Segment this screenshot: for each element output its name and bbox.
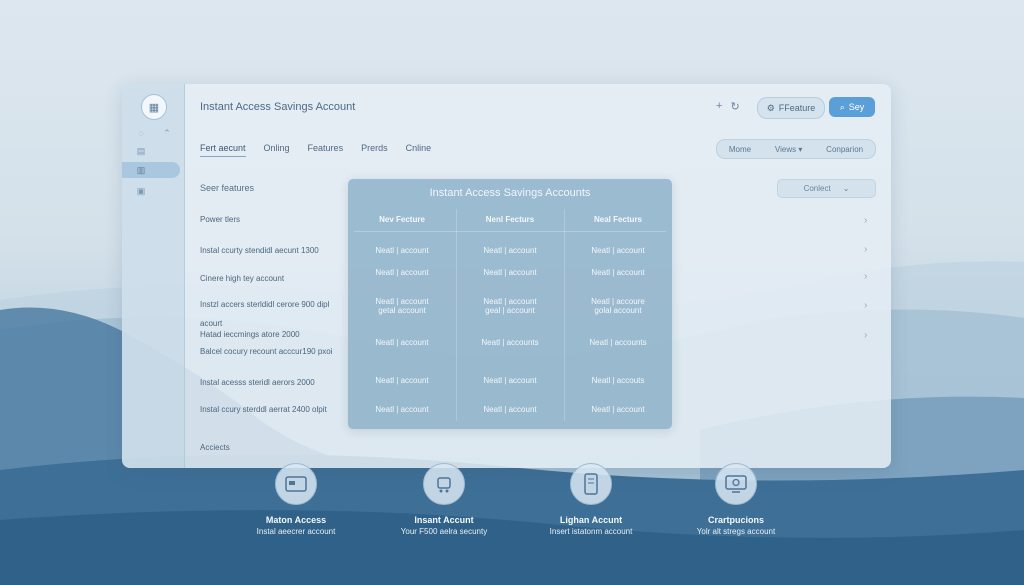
list-item[interactable]: Instal ccurty stendidl aecunt 1300 xyxy=(200,246,350,256)
table-cell: Neatl | account xyxy=(483,405,537,414)
table-cell: Neatl | account geal | account xyxy=(483,297,537,315)
card-icon xyxy=(275,463,317,505)
feature-card[interactable]: Insant Accunt Your F500 aelra secunty xyxy=(374,463,514,536)
table-cell: Neatl | account xyxy=(591,246,645,255)
table-cell: Neatl | account xyxy=(483,246,537,255)
tab-cnline[interactable]: Cnline xyxy=(406,143,432,157)
table-cell: Neatl | account xyxy=(375,246,429,255)
table-cell: Neatl | accounts xyxy=(481,338,539,347)
say-button[interactable]: ⌕ Sey xyxy=(829,97,875,117)
table-cell: Neatl | account xyxy=(591,268,645,277)
feature-desc: Insert istatonm account xyxy=(549,527,633,536)
feature-title: Lighan Accunt xyxy=(559,515,623,525)
list-item[interactable]: Instzl accers sterldidl cerore 900 dipl xyxy=(200,300,350,310)
list-item[interactable]: Hatad ieccmings atore 2000 xyxy=(200,330,350,340)
header-divider xyxy=(354,231,666,232)
monitor-icon xyxy=(715,463,757,505)
list-item[interactable]: Power tlers xyxy=(200,215,350,225)
add-icon[interactable]: + xyxy=(716,100,722,113)
calendar-icon[interactable]: ▥ xyxy=(136,165,146,175)
gear-icon: ⚙ xyxy=(766,102,775,113)
table-cell: Neatl | account xyxy=(375,376,429,385)
app-logo-icon[interactable]: ▦ xyxy=(141,94,167,120)
feature-card[interactable]: Maton Access Instal aeecrer account xyxy=(226,463,366,536)
feature-desc: Your F500 aelra secunty xyxy=(400,527,488,536)
table-cell: Neatl | account getal account xyxy=(375,297,429,315)
table-cell: Neatl | accounts xyxy=(589,338,647,347)
table-cell: Neatl | account xyxy=(591,405,645,414)
segment-views[interactable]: Views ▾ xyxy=(775,145,802,154)
feature-title: Crartpucions xyxy=(707,515,764,525)
refresh-icon[interactable]: ↻ xyxy=(730,100,739,113)
contact-select[interactable]: Conlect ⌄ xyxy=(777,179,876,198)
feature-card[interactable]: Crartpucions Yolr alt stregs account xyxy=(666,463,806,536)
feature-card[interactable]: Lighan Accunt Insert istatonm account xyxy=(521,463,661,536)
feature-button[interactable]: ⚙ FFeature xyxy=(757,97,825,119)
view-segmented-control: Mome Views ▾ Conparion xyxy=(716,139,876,159)
feature-title: Insant Accunt xyxy=(414,515,474,525)
list-item[interactable]: Acciects xyxy=(200,443,350,453)
list-heading: Seer features xyxy=(200,183,255,193)
chevron-right-icon[interactable]: › xyxy=(864,215,867,226)
table-cell: Neatl | accoure golal account xyxy=(591,297,645,315)
chevron-right-icon[interactable]: › xyxy=(864,330,867,341)
cart-icon xyxy=(423,463,465,505)
column-header: Neal Fecturs xyxy=(593,215,643,224)
doc-icon[interactable]: ▤ xyxy=(136,146,146,156)
table-title: Instant Access Savings Accounts xyxy=(429,187,591,199)
column-divider xyxy=(456,209,457,421)
search-icon: ⌕ xyxy=(839,101,845,112)
list-item[interactable]: acourt xyxy=(200,319,350,329)
feature-title: Maton Access xyxy=(265,515,327,525)
column-header: Nenl Fecturs xyxy=(485,215,535,224)
segment-comparison[interactable]: Conparion xyxy=(826,145,863,154)
list-item[interactable]: Cinere high tey account xyxy=(200,274,350,284)
list-item[interactable]: Balcel cocury recount acccur190 pxoi xyxy=(200,347,350,357)
column-divider xyxy=(564,209,565,421)
side-rail: ▦ ◌ ⌃ ▤ ▥ ▣ xyxy=(122,84,185,468)
table-cell: Neatl | accouts xyxy=(591,376,645,385)
chevron-down-icon: ⌄ xyxy=(842,184,850,193)
chevron-right-icon[interactable]: › xyxy=(864,244,867,255)
chevron-right-icon[interactable]: › xyxy=(864,300,867,311)
feature-comparison-table: Instant Access Savings Accounts Nev Fect… xyxy=(348,179,672,429)
table-cell: Neatl | account xyxy=(375,268,429,277)
phone-icon xyxy=(570,463,612,505)
table-cell: Neatl | account xyxy=(483,376,537,385)
column-header: Nev Fecture xyxy=(379,215,425,224)
feature-desc: Yolr alt stregs account xyxy=(696,527,776,536)
home-icon[interactable]: ◌ xyxy=(136,128,146,138)
toolbar-icons: + ↻ xyxy=(716,100,740,113)
table-cell: Neatl | account xyxy=(483,268,537,277)
collapse-icon[interactable]: ⌃ xyxy=(162,128,172,138)
lock-icon[interactable]: ▣ xyxy=(136,186,146,196)
list-item[interactable]: Instal ccury sterddl aerrat 2400 olpit xyxy=(200,405,350,415)
segment-home[interactable]: Mome xyxy=(729,145,751,154)
chevron-right-icon[interactable]: › xyxy=(864,271,867,282)
feature-desc: Instal aeecrer account xyxy=(256,527,336,536)
table-cell: Neatl | account xyxy=(375,405,429,414)
table-cell: Neatl | account xyxy=(375,338,429,347)
feature-list: Seer features Power tlers Instal ccurty … xyxy=(200,84,370,468)
rail-active-item[interactable] xyxy=(122,162,180,178)
list-item[interactable]: Instal acesss steridl aerors 2000 xyxy=(200,378,350,388)
